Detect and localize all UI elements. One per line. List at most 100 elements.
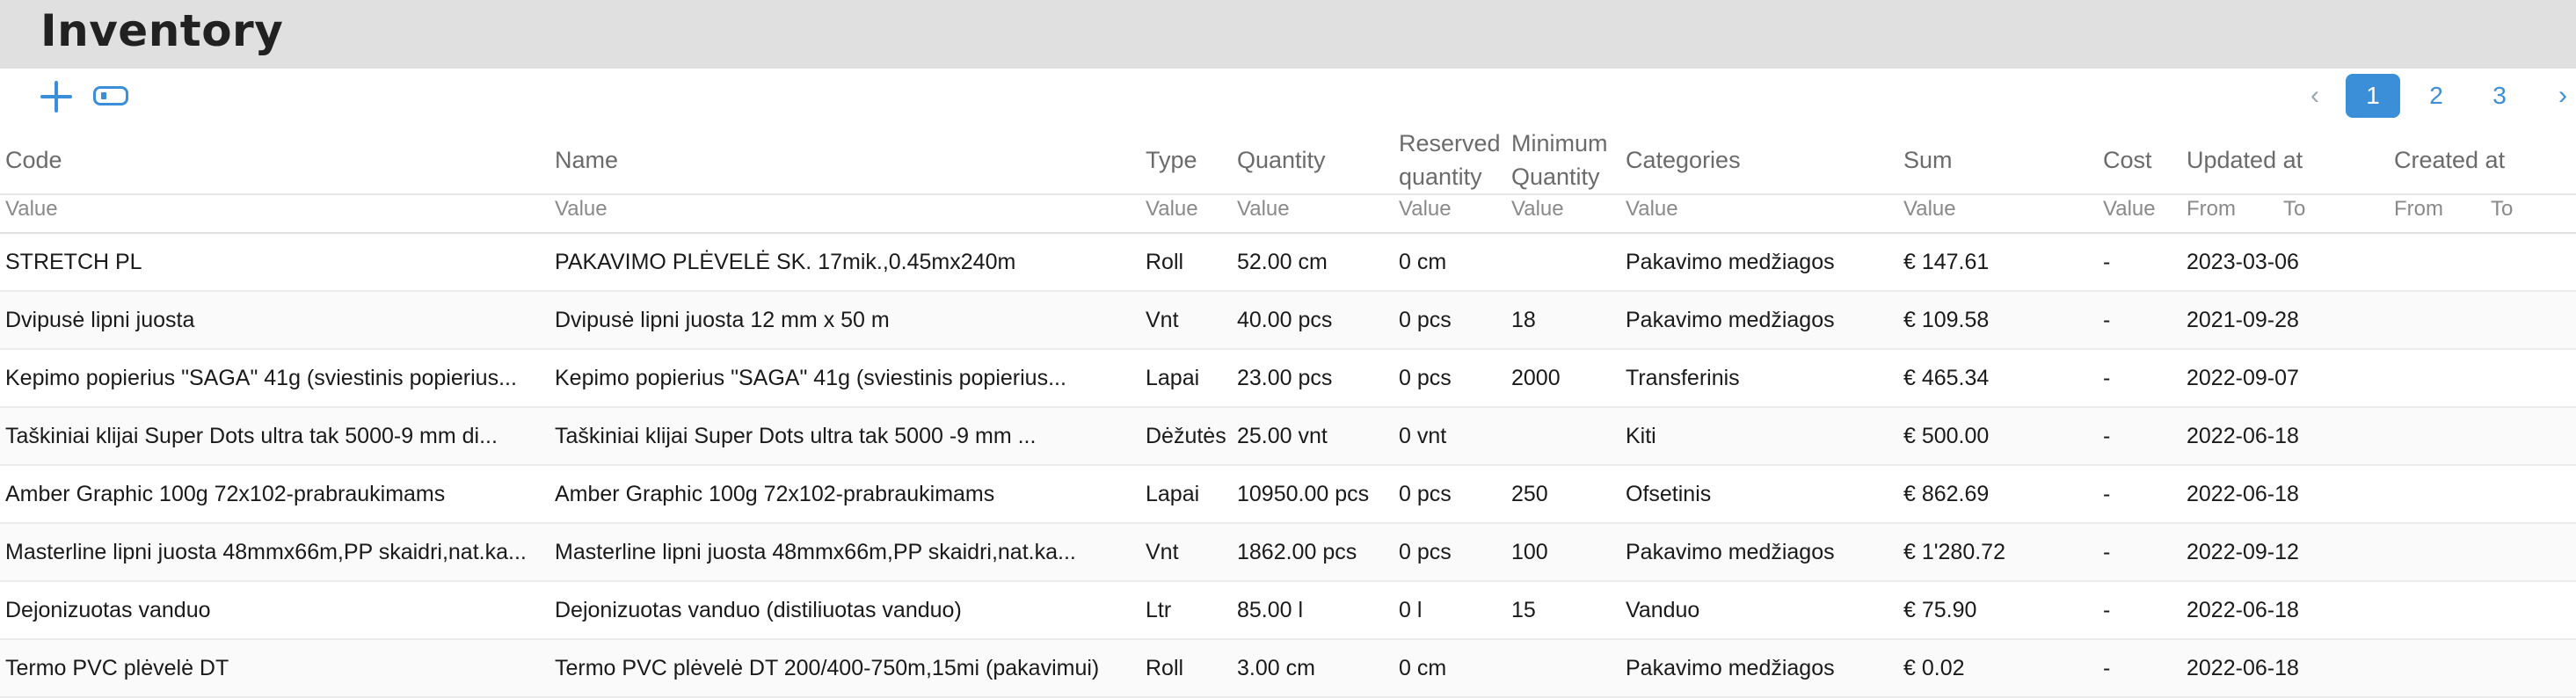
toggle-icon[interactable]: [93, 86, 128, 105]
cell-reserved-quantity: 0 pcs: [1394, 291, 1506, 350]
cell-updated-at: 2023-03-06: [2181, 233, 2389, 292]
cell-sum: € 862.69: [1898, 465, 2098, 524]
cell-cost: -: [2098, 523, 2181, 582]
cell-categories: Pakavimo medžiagos: [1620, 639, 1898, 698]
cell-quantity: 1862.00 pcs: [1232, 523, 1394, 582]
column-header-name[interactable]: Name: [549, 127, 1140, 194]
column-header-cost[interactable]: Cost: [2098, 127, 2181, 194]
cell-code: Dvipusė lipni juosta: [0, 291, 549, 350]
filter-type[interactable]: Value: [1140, 193, 1232, 234]
cell-sum: € 109.58: [1898, 291, 2098, 350]
cell-categories: Pakavimo medžiagos: [1620, 523, 1898, 582]
cell-cost: -: [2098, 407, 2181, 466]
cell-code: Termo PVC plėvelė DT: [0, 639, 549, 698]
cell-created-at: [2389, 349, 2576, 408]
table-row[interactable]: Masterline lipni juosta 48mmx66m,PP skai…: [0, 523, 2576, 582]
next-page-button[interactable]: ›: [2550, 74, 2576, 118]
cell-type: Lapai: [1140, 349, 1232, 408]
cell-code: Dejonizuotas vanduo: [0, 581, 549, 640]
cell-code: Taškiniai klijai Super Dots ultra tak 50…: [0, 407, 549, 466]
column-header-created-at[interactable]: Created at: [2389, 127, 2576, 194]
column-header-code[interactable]: Code: [0, 127, 549, 194]
filter-created-from[interactable]: From: [2394, 197, 2491, 222]
filter-minimum-quantity[interactable]: Value: [1506, 193, 1620, 234]
cell-reserved-quantity: 0 pcs: [1394, 349, 1506, 408]
cell-minimum-quantity: 250: [1506, 465, 1620, 524]
filter-name[interactable]: Value: [549, 193, 1140, 234]
column-header-minimum-quantity[interactable]: Minimum Quantity: [1506, 127, 1620, 194]
cell-categories: Ofsetinis: [1620, 465, 1898, 524]
filter-code[interactable]: Value: [0, 193, 549, 234]
cell-created-at: [2389, 523, 2576, 582]
cell-updated-at: 2022-06-18: [2181, 465, 2389, 524]
table-row[interactable]: Amber Graphic 100g 72x102-prabraukimams A…: [0, 465, 2576, 524]
cell-created-at: [2389, 465, 2576, 524]
cell-name: Kepimo popierius "SAGA" 41g (sviestinis …: [549, 349, 1140, 408]
column-header-reserved-quantity[interactable]: Reserved quantity: [1394, 127, 1506, 194]
column-header-sum[interactable]: Sum: [1898, 127, 2098, 194]
cell-cost: -: [2098, 291, 2181, 350]
cell-reserved-quantity: 0 cm: [1394, 639, 1506, 698]
table-row[interactable]: STRETCH PL PAKAVIMO PLĖVELĖ SK. 17mik.,0.…: [0, 233, 2576, 292]
cell-minimum-quantity: [1506, 233, 1620, 292]
header-row: Code Name Type Quantity Reserved quantit…: [0, 127, 2576, 194]
filter-updated-from[interactable]: From: [2187, 197, 2283, 222]
filter-quantity[interactable]: Value: [1232, 193, 1394, 234]
cell-reserved-quantity: 0 l: [1394, 581, 1506, 640]
cell-name: Masterline lipni juosta 48mmx66m,PP skai…: [549, 523, 1140, 582]
cell-sum: € 0.02: [1898, 639, 2098, 698]
page-3-button[interactable]: 3: [2472, 74, 2527, 118]
cell-minimum-quantity: [1506, 407, 1620, 466]
filter-updated-at: From To: [2181, 193, 2389, 234]
cell-cost: -: [2098, 233, 2181, 292]
cell-minimum-quantity: 100: [1506, 523, 1620, 582]
cell-quantity: 52.00 cm: [1232, 233, 1394, 292]
cell-categories: Pakavimo medžiagos: [1620, 291, 1898, 350]
cell-cost: -: [2098, 465, 2181, 524]
filter-reserved-quantity[interactable]: Value: [1394, 193, 1506, 234]
cell-reserved-quantity: 0 cm: [1394, 233, 1506, 292]
cell-categories: Vanduo: [1620, 581, 1898, 640]
column-header-updated-at[interactable]: Updated at: [2181, 127, 2389, 194]
page-2-button[interactable]: 2: [2409, 74, 2463, 118]
cell-code: Kepimo popierius "SAGA" 41g (sviestinis …: [0, 349, 549, 408]
cell-updated-at: 2022-09-12: [2181, 523, 2389, 582]
cell-type: Lapai: [1140, 465, 1232, 524]
cell-updated-at: 2022-06-18: [2181, 581, 2389, 640]
table-row[interactable]: Dejonizuotas vanduo Dejonizuotas vanduo (…: [0, 581, 2576, 640]
prev-page-button[interactable]: ‹: [2302, 74, 2328, 118]
filter-updated-to[interactable]: To: [2283, 197, 2380, 222]
table-row[interactable]: Taškiniai klijai Super Dots ultra tak 50…: [0, 407, 2576, 466]
title-bar: Inventory: [0, 0, 2576, 69]
cell-name: Amber Graphic 100g 72x102-prabraukimams: [549, 465, 1140, 524]
table-row[interactable]: Termo PVC plėvelė DT Termo PVC plėvelė DT…: [0, 639, 2576, 698]
column-header-type[interactable]: Type: [1140, 127, 1232, 194]
cell-sum: € 465.34: [1898, 349, 2098, 408]
cell-type: Vnt: [1140, 291, 1232, 350]
plus-icon[interactable]: [39, 79, 74, 114]
cell-updated-at: 2022-09-07: [2181, 349, 2389, 408]
filter-categories[interactable]: Value: [1620, 193, 1898, 234]
cell-minimum-quantity: 15: [1506, 581, 1620, 640]
cell-reserved-quantity: 0 pcs: [1394, 465, 1506, 524]
cell-cost: -: [2098, 349, 2181, 408]
table-row[interactable]: Kepimo popierius "SAGA" 41g (sviestinis …: [0, 349, 2576, 408]
column-header-quantity[interactable]: Quantity: [1232, 127, 1394, 194]
cell-type: Vnt: [1140, 523, 1232, 582]
filter-cost[interactable]: Value: [2098, 193, 2181, 234]
filter-sum[interactable]: Value: [1898, 193, 2098, 234]
filter-created-to[interactable]: To: [2491, 197, 2576, 222]
cell-cost: -: [2098, 639, 2181, 698]
cell-name: Dvipusė lipni juosta 12 mm x 50 m: [549, 291, 1140, 350]
cell-name: Taškiniai klijai Super Dots ultra tak 50…: [549, 407, 1140, 466]
table-row[interactable]: Dvipusė lipni juosta Dvipusė lipni juosta…: [0, 291, 2576, 350]
page-1-button[interactable]: 1: [2346, 74, 2400, 118]
cell-sum: € 500.00: [1898, 407, 2098, 466]
cell-reserved-quantity: 0 vnt: [1394, 407, 1506, 466]
cell-quantity: 40.00 pcs: [1232, 291, 1394, 350]
cell-minimum-quantity: 18: [1506, 291, 1620, 350]
cell-categories: Pakavimo medžiagos: [1620, 233, 1898, 292]
cell-cost: -: [2098, 581, 2181, 640]
cell-quantity: 3.00 cm: [1232, 639, 1394, 698]
column-header-categories[interactable]: Categories: [1620, 127, 1898, 194]
